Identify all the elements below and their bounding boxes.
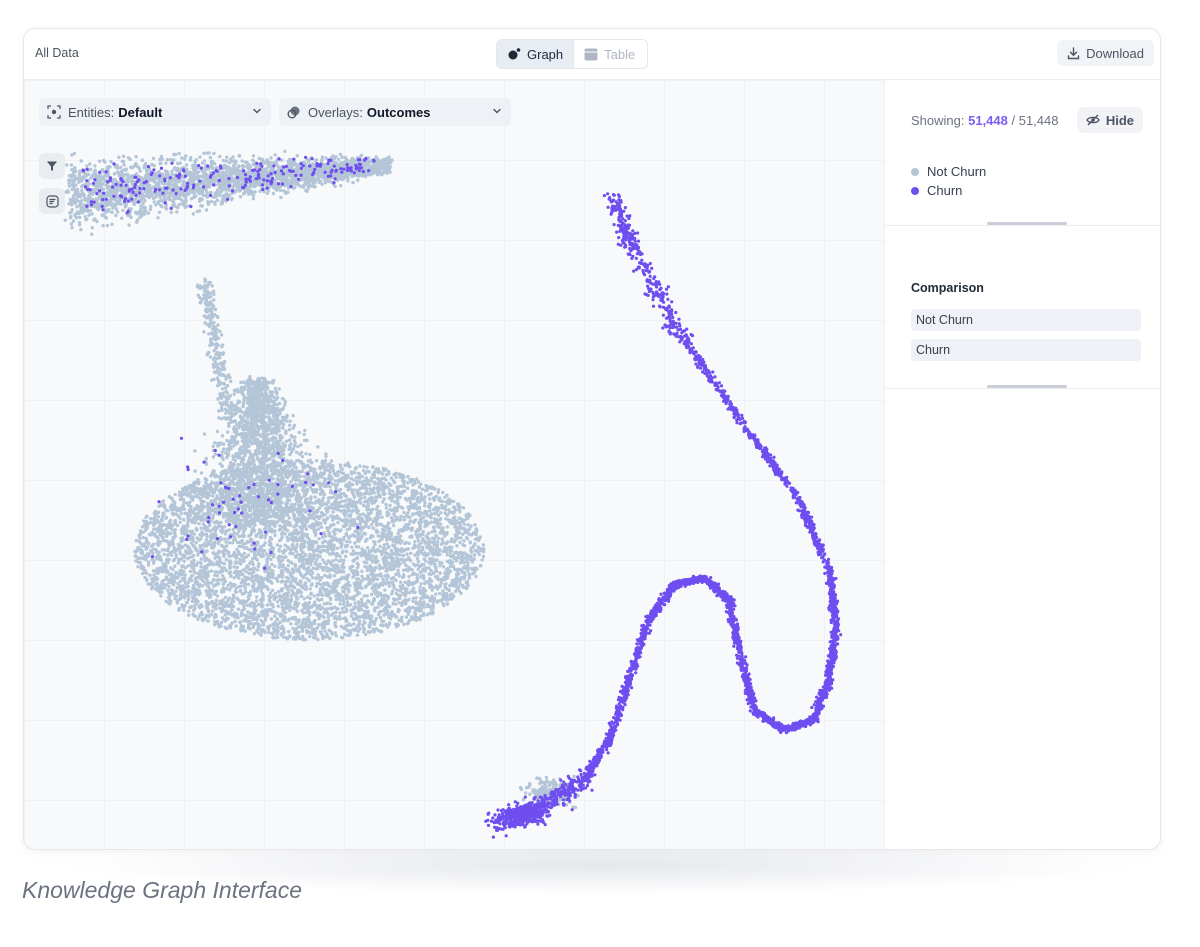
list-filter-icon <box>45 194 59 208</box>
showing-label: Showing: <box>911 113 965 128</box>
showing-summary: Showing: 51,448 / 51,448 <box>911 113 1059 128</box>
showing-count: 51,448 <box>968 113 1008 128</box>
caption: Knowledge Graph Interface <box>22 877 303 903</box>
legend-swatch-not-churn <box>911 167 919 176</box>
comparison-item-not-churn[interactable]: Not Churn <box>911 309 1141 331</box>
download-icon <box>1067 46 1080 59</box>
showing-total: / 51,448 <box>1011 113 1059 128</box>
legend-swatch-churn <box>911 186 919 195</box>
focus-icon <box>47 105 61 119</box>
top-bar: All Data Graph Table Download <box>24 29 1160 80</box>
overlays-value: Outcomes <box>366 104 431 120</box>
download-button[interactable]: Download <box>1057 40 1154 66</box>
legend: Not Churn Churn <box>911 162 986 200</box>
list-filter-button[interactable] <box>39 188 65 214</box>
chevron-down-icon <box>253 108 261 114</box>
legend-label: Not Churn <box>927 164 987 179</box>
overlays-select[interactable]: Overlays: Outcomes <box>279 98 511 126</box>
overlay-icon <box>287 106 300 119</box>
comparison-item-churn[interactable]: Churn <box>911 339 1141 361</box>
graph-canvas[interactable]: Entities: Default Overlays: Outcomes <box>24 80 884 849</box>
legend-item-churn[interactable]: Churn <box>911 181 986 200</box>
legend-item-not-churn[interactable]: Not Churn <box>911 162 986 181</box>
chevron-down-icon <box>493 108 501 114</box>
hide-label: Hide <box>1105 112 1134 128</box>
entities-label: Entities: <box>68 104 115 120</box>
view-toggle: Graph Table <box>496 39 648 69</box>
download-label: Download <box>1086 45 1144 61</box>
graph-icon <box>508 48 521 60</box>
filter-button[interactable] <box>39 153 65 179</box>
legend-label: Churn <box>927 183 963 198</box>
not-churn-points <box>63 149 580 810</box>
app-window: All Data Graph Table Download Entities: … <box>23 28 1161 850</box>
entities-value: Default <box>118 104 163 120</box>
table-icon <box>584 48 598 60</box>
panel-divider <box>885 388 1160 389</box>
hide-button[interactable]: Hide <box>1076 107 1143 133</box>
eye-off-icon <box>1086 114 1100 126</box>
scatter-plot[interactable] <box>24 80 884 849</box>
entities-select[interactable]: Entities: Default <box>39 98 271 126</box>
filter-icon <box>47 161 57 171</box>
tab-graph-label: Graph <box>527 46 564 62</box>
tab-graph[interactable]: Graph <box>497 40 575 68</box>
panel-divider <box>885 225 1160 226</box>
breadcrumb[interactable]: All Data <box>35 46 79 60</box>
comparison-title: Comparison <box>911 281 984 295</box>
overlays-label: Overlays: <box>308 104 363 120</box>
tab-table[interactable]: Table <box>574 40 645 68</box>
tab-table-label: Table <box>604 46 636 62</box>
side-panel: Showing: 51,448 / 51,448 Hide Not Churn … <box>884 80 1160 849</box>
